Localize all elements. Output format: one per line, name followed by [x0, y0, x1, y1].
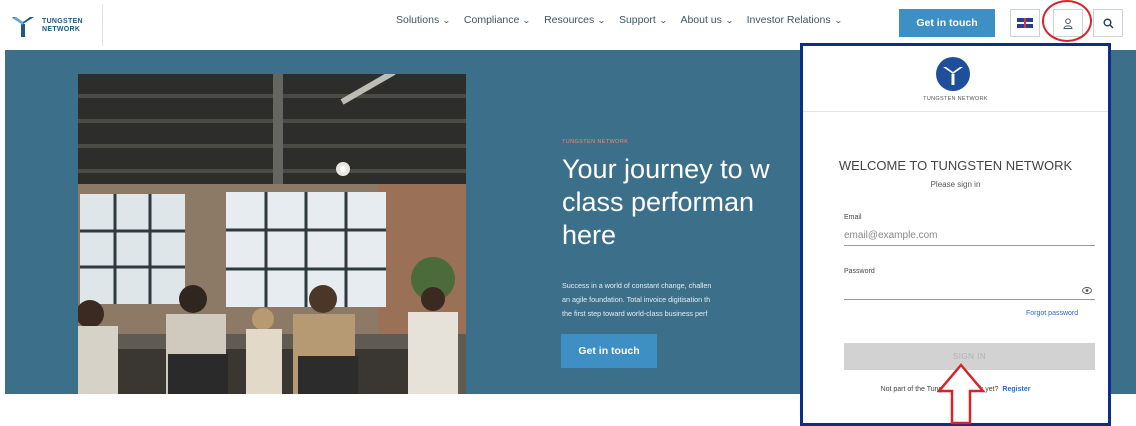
forgot-password-link[interactable]: Forgot password: [1026, 310, 1078, 317]
nav-label: About us: [680, 14, 722, 26]
logo-text: TUNGSTEN NETWORK: [42, 18, 83, 34]
logo-line-1: TUNGSTEN: [42, 18, 83, 25]
search-icon: [1103, 18, 1114, 29]
login-modal: TUNGSTEN NETWORK WELCOME TO TUNGSTEN NET…: [800, 43, 1111, 426]
user-icon: [1063, 17, 1073, 29]
search-button[interactable]: [1093, 9, 1123, 37]
nav-item-investor-relations[interactable]: Investor Relations ⌄: [746, 14, 843, 26]
chevron-down-icon: ⌄: [522, 15, 532, 25]
show-password-icon[interactable]: [1082, 287, 1092, 294]
register-link[interactable]: Register: [1002, 386, 1030, 393]
nav-item-solutions[interactable]: Solutions ⌄: [396, 14, 451, 26]
chevron-down-icon: ⌄: [833, 15, 843, 25]
email-field[interactable]: [844, 226, 1095, 246]
chevron-down-icon: ⌄: [597, 15, 606, 25]
header-divider: [102, 4, 103, 46]
tungsten-logo-icon: [936, 57, 970, 91]
register-line: Not part of the Tungsten Network yet? Re…: [803, 386, 1108, 393]
nav-label: Resources: [544, 14, 595, 26]
hero-eyebrow: TUNGSTEN NETWORK: [562, 139, 629, 145]
login-modal-header: TUNGSTEN NETWORK: [803, 46, 1108, 112]
get-in-touch-header-button[interactable]: Get in touch: [899, 9, 995, 37]
nav-label: Support: [618, 14, 656, 26]
page: TUNGSTEN NETWORK Solutions ⌄ Compliance …: [0, 0, 1136, 426]
login-title: WELCOME TO TUNGSTEN NETWORK: [838, 158, 1073, 173]
up-arrow-annotation-icon: [937, 363, 985, 425]
tungsten-logo-icon: [12, 17, 34, 37]
nav-item-compliance[interactable]: Compliance ⌄: [463, 14, 532, 26]
uk-flag-icon: [1017, 18, 1033, 28]
office-meeting-photo: [78, 74, 466, 394]
chevron-down-icon: ⌄: [724, 15, 734, 25]
register-prompt: Not part of the Tungsten Network yet?: [880, 386, 999, 393]
chevron-down-icon: ⌄: [658, 15, 668, 25]
nav-item-resources[interactable]: Resources ⌄: [544, 14, 606, 26]
password-label: Password: [844, 268, 875, 275]
nav-item-about-us[interactable]: About us ⌄: [680, 14, 734, 26]
sign-in-button[interactable]: SIGN IN: [844, 343, 1095, 370]
account-button[interactable]: [1053, 9, 1083, 37]
login-subtitle: Please sign in: [930, 180, 981, 189]
password-field[interactable]: [844, 280, 1095, 300]
main-nav: Solutions ⌄ Compliance ⌄ Resources ⌄ Sup…: [396, 14, 843, 26]
email-label: Email: [844, 214, 862, 221]
chevron-down-icon: ⌄: [442, 15, 451, 25]
nav-label: Solutions: [396, 14, 440, 26]
logo-line-2: NETWORK: [42, 26, 81, 33]
login-logo-text: TUNGSTEN NETWORK: [923, 96, 988, 102]
get-in-touch-hero-button[interactable]: Get in touch: [561, 334, 657, 368]
language-selector-button[interactable]: [1010, 9, 1040, 37]
hero-description: Success in a world of constant change, c…: [562, 281, 712, 318]
nav-label: Investor Relations: [746, 14, 831, 26]
site-logo[interactable]: TUNGSTEN NETWORK: [10, 6, 100, 46]
hero-title: Your journey to w class performan here: [562, 154, 770, 250]
nav-label: Compliance: [463, 14, 520, 26]
nav-item-support[interactable]: Support ⌄: [618, 14, 668, 26]
